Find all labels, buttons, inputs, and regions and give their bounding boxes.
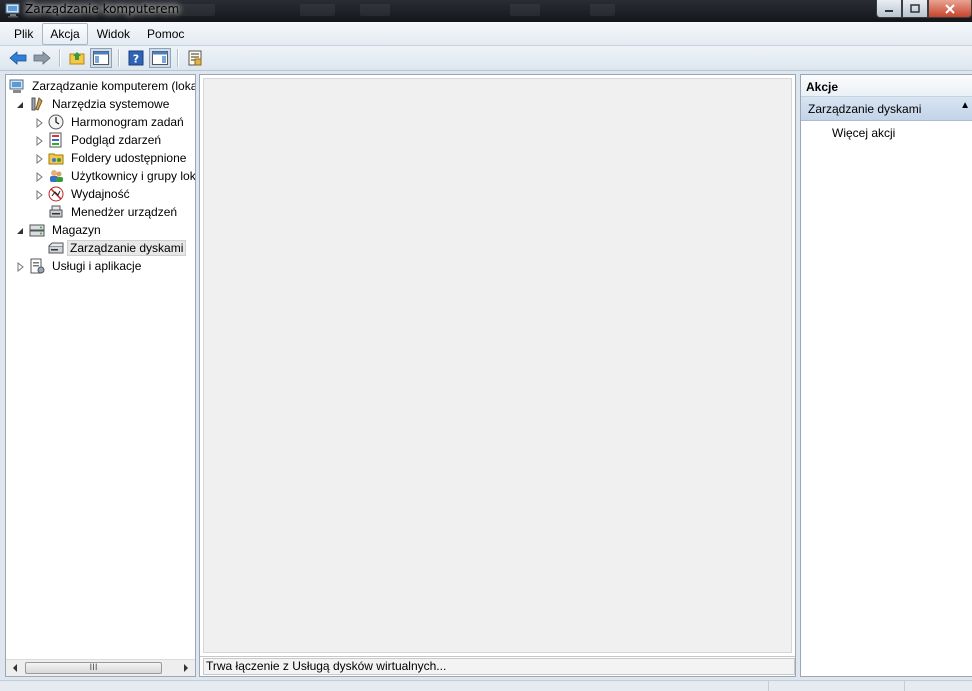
performance-icon [48, 186, 64, 202]
tree-item-shared-folders[interactable]: Foldery udostępnione [34, 149, 190, 167]
up-folder-icon [69, 52, 85, 65]
connection-status-text: Trwa łączenie z Usługą dysków wirtualnyc… [203, 658, 795, 675]
task-scheduler-icon [48, 114, 64, 130]
up-one-level-button[interactable] [66, 48, 88, 68]
background-blur [300, 4, 335, 16]
forward-button[interactable] [31, 48, 53, 68]
tree-item-label: Narzędzia systemowe [52, 97, 170, 111]
properties-button[interactable] [184, 48, 206, 68]
tree-item-system-tools[interactable]: Narzędzia systemowe [15, 95, 173, 113]
collapsed-triangle-icon[interactable] [34, 171, 44, 183]
back-button[interactable] [7, 48, 29, 68]
collapsed-triangle-icon[interactable] [34, 117, 44, 129]
tree-item-computer-management[interactable]: Zarządzanie komputerem (loka [9, 77, 196, 95]
expanded-triangle-icon[interactable] [15, 225, 25, 235]
console-tree: Zarządzanie komputerem (loka Narzędzia s… [5, 74, 196, 677]
computer-management-app-icon [5, 3, 21, 18]
tree-item-label: Usługi i aplikacje [52, 259, 142, 273]
results-content-area [203, 78, 792, 653]
tree-item-performance[interactable]: Wydajność [34, 185, 134, 203]
show-hide-action-pane-icon [152, 51, 168, 65]
menu-action[interactable]: Akcja [42, 22, 88, 45]
menu-bar: Plik Akcja Widok Pomoc [0, 22, 972, 46]
collapsed-triangle-icon[interactable] [15, 261, 25, 273]
collapsed-triangle-icon[interactable] [34, 135, 44, 147]
background-blur [360, 4, 390, 16]
event-viewer-icon [48, 132, 64, 148]
forward-arrow-icon [33, 51, 51, 65]
connection-status: Trwa łączenie z Usługą dysków wirtualnyc… [200, 656, 795, 676]
system-tools-icon [29, 96, 45, 112]
window-title: Zarządzanie komputerem [25, 2, 180, 16]
actions-section-disk-management[interactable]: Zarządzanie dyskami ▲ [801, 97, 972, 121]
expanded-triangle-icon[interactable] [15, 99, 25, 109]
services-apps-icon [29, 258, 45, 274]
tree-horizontal-scrollbar[interactable]: III [6, 659, 195, 676]
background-blur [175, 4, 215, 16]
actions-pane: Akcje Zarządzanie dyskami ▲ Więcej akcji [800, 74, 972, 677]
tree-item-label: Użytkownicy i grupy lok [71, 169, 196, 183]
scroll-right-arrow-icon[interactable] [178, 660, 194, 676]
menu-view[interactable]: Widok [89, 23, 138, 45]
actions-section-label: Zarządzanie dyskami [808, 102, 922, 116]
collapse-caret-icon[interactable]: ▲ [960, 100, 970, 111]
status-bar-segment [768, 681, 904, 691]
close-button[interactable] [928, 0, 972, 18]
tree-item-task-scheduler[interactable]: Harmonogram zadań [34, 113, 188, 131]
tree-item-label: Wydajność [71, 187, 130, 201]
collapsed-triangle-icon[interactable] [34, 153, 44, 165]
toolbar-separator [177, 49, 178, 67]
users-groups-icon [48, 168, 64, 184]
collapsed-triangle-icon[interactable] [34, 189, 44, 201]
title-bar: Zarządzanie komputerem [0, 0, 972, 22]
menu-file[interactable]: Plik [6, 23, 41, 45]
tree-item-services-applications[interactable]: Usługi i aplikacje [15, 257, 145, 275]
shared-folders-icon [48, 150, 64, 166]
more-actions-item[interactable]: Więcej akcji [801, 121, 972, 145]
maximize-button[interactable] [902, 0, 928, 18]
results-pane: Trwa łączenie z Usługą dysków wirtualnyc… [199, 74, 796, 677]
computer-management-icon [9, 78, 25, 94]
tree-item-device-manager[interactable]: Menedżer urządzeń [48, 203, 181, 221]
show-hide-console-tree-button[interactable] [90, 48, 112, 68]
minimize-button[interactable] [876, 0, 902, 18]
actions-header: Akcje [801, 75, 972, 97]
help-icon: ? [128, 50, 144, 66]
toolbar-separator [59, 49, 60, 67]
tree-item-local-users-groups[interactable]: Użytkownicy i grupy lok [34, 167, 196, 185]
back-arrow-icon [9, 51, 27, 65]
background-blur [510, 4, 540, 16]
more-actions-label: Więcej akcji [832, 126, 896, 140]
status-bar-segment [904, 681, 972, 691]
tree-item-label: Magazyn [52, 223, 101, 237]
device-manager-icon [48, 204, 64, 220]
storage-icon [29, 222, 45, 238]
tree-item-disk-management[interactable]: Zarządzanie dyskami [48, 239, 187, 257]
tree-item-label: Menedżer urządzeń [71, 205, 178, 219]
properties-icon [188, 50, 202, 66]
tree-item-storage[interactable]: Magazyn [15, 221, 105, 239]
disk-management-icon [48, 240, 64, 256]
tree-item-label: Podgląd zdarzeń [71, 133, 162, 147]
scrollbar-thumb[interactable]: III [25, 662, 162, 674]
tree-item-event-viewer[interactable]: Podgląd zdarzeń [34, 131, 165, 149]
status-bar [0, 680, 972, 691]
window-controls [876, 0, 972, 20]
show-hide-action-pane-button[interactable] [149, 48, 171, 68]
tree-item-label: Zarządzanie dyskami [67, 240, 187, 256]
tree-item-label: Foldery udostępnione [71, 151, 187, 165]
toolbar-separator [118, 49, 119, 67]
menu-help[interactable]: Pomoc [139, 23, 192, 45]
toolbar: ? [0, 46, 972, 71]
show-hide-tree-icon [93, 51, 109, 65]
help-button[interactable]: ? [125, 48, 147, 68]
scroll-left-arrow-icon[interactable] [7, 660, 23, 676]
background-blur [590, 4, 615, 16]
tree-item-label: Zarządzanie komputerem (loka [32, 79, 196, 93]
scroll-grip: III [89, 663, 98, 673]
svg-text:?: ? [133, 53, 139, 66]
tree-item-label: Harmonogram zadań [71, 115, 184, 129]
